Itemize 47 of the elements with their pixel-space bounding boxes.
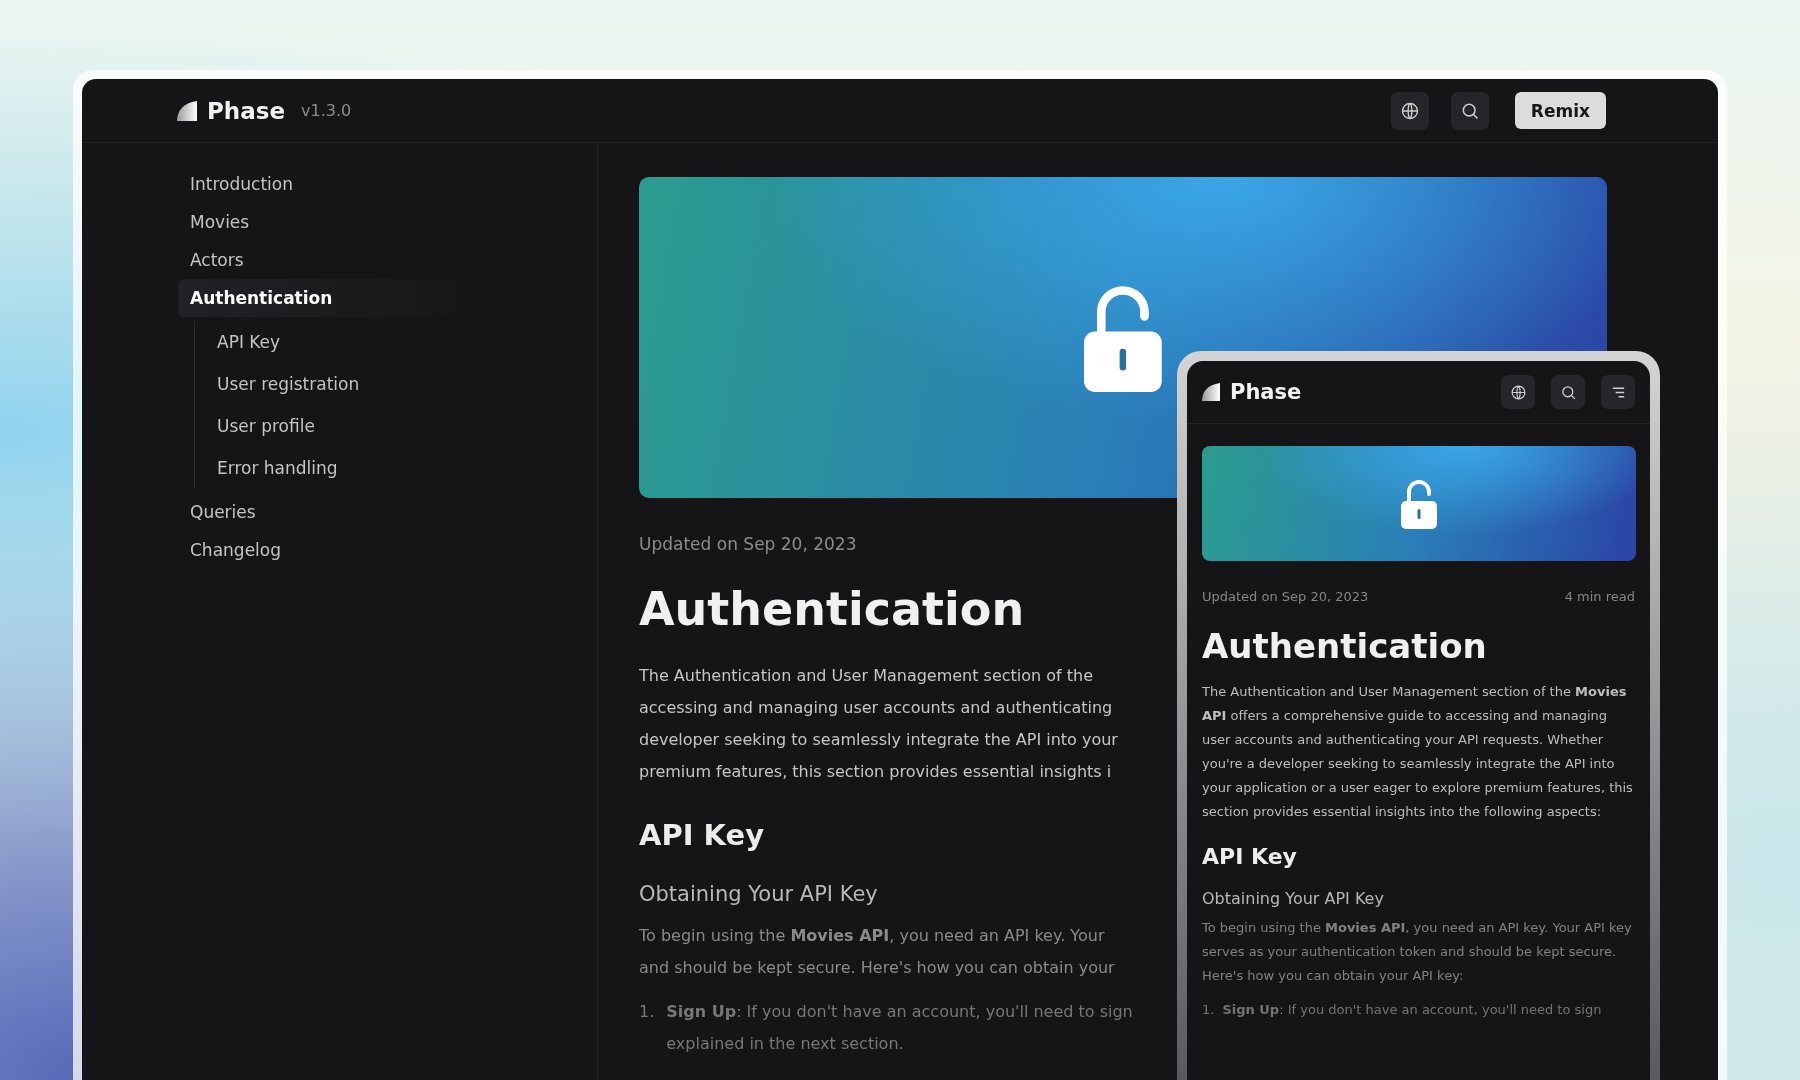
section-heading: API Key — [1202, 844, 1298, 869]
sidebar-subitem[interactable]: API Key — [195, 321, 499, 363]
language-button[interactable] — [1390, 91, 1429, 130]
paragraph-line: The Authentication and User Management section of the — [639, 666, 1094, 685]
menu-button[interactable] — [1601, 375, 1635, 409]
sidebar-item[interactable]: Introduction — [178, 165, 502, 203]
article-title: Authentication — [1202, 626, 1488, 666]
remix-button[interactable]: Remix — [1514, 92, 1606, 129]
sidebar-item[interactable]: Queries — [178, 493, 502, 531]
list-number: 1. — [1202, 1001, 1215, 1019]
updated-date: Updated on Sep 20, 2023 — [1202, 589, 1369, 604]
search-button[interactable] — [1450, 91, 1489, 130]
read-time: 4 min read — [1564, 589, 1635, 604]
paragraph: To begin using the Movies API, you need an API key. Your API key serves as your authentication token and should be kept secure. Here's how you can obtain your API key: — [1202, 920, 1632, 983]
search-button[interactable] — [1551, 375, 1585, 409]
intro-paragraph: The Authentication and User Management section of the Movies API offers a comprehensive guide to accessing and managing user accounts and authenticating your API requests. Whether you're a developer seeking to seamlessly integrate the API into your application or a user eager to explore premium features, this section provides essential insights into the following aspects: — [1202, 684, 1633, 819]
sidebar-subitem[interactable]: Error handling — [195, 447, 499, 489]
version-label: v1.3.0 — [301, 101, 352, 120]
padlock-icon — [1401, 478, 1437, 529]
paragraph-line: To begin using the Movies API, you need an API key. Your — [639, 926, 1105, 945]
paragraph-line: premium features, this section provides essential insights i — [639, 762, 1112, 781]
updated-date: Updated on Sep 20, 2023 — [639, 534, 857, 554]
search-icon — [1559, 383, 1577, 401]
site-logo[interactable]: Phase — [1230, 380, 1302, 404]
sidebar-subitem[interactable]: User profile — [195, 405, 499, 447]
list-text: Sign Up: If you don't have an account, you'll need to sign — [1222, 1002, 1602, 1017]
paragraph-line: accessing and managing user accounts and authenticating — [639, 698, 1113, 717]
sidebar-item[interactable]: Actors — [178, 241, 502, 279]
globe-icon — [1509, 383, 1527, 401]
sidebar-item[interactable]: Changelog — [178, 531, 502, 569]
list-text: Sign Up: If you don't have an account, you'll need to sign — [666, 1002, 1133, 1021]
logo-icon — [1202, 383, 1220, 401]
subsection-heading: Obtaining Your API Key — [639, 882, 878, 906]
article-title: Authentication — [639, 582, 1025, 636]
sidebar-subitem[interactable]: User registration — [195, 363, 499, 405]
list-text: explained in the next section. — [666, 1034, 904, 1053]
globe-icon — [1399, 100, 1420, 121]
language-button[interactable] — [1501, 375, 1535, 409]
logo-icon — [177, 100, 197, 121]
sidebar-item[interactable]: Movies — [178, 203, 502, 241]
paragraph-line: and should be kept secure. Here's how you can obtain your — [639, 958, 1115, 977]
site-logo[interactable]: Phase — [207, 97, 286, 124]
subsection-heading: Obtaining Your API Key — [1202, 889, 1385, 908]
list-number: 1. — [639, 1001, 655, 1023]
padlock-icon — [1084, 283, 1162, 392]
section-heading: API Key — [639, 818, 765, 852]
paragraph-line: developer seeking to seamlessly integrate the API into your — [639, 730, 1118, 749]
